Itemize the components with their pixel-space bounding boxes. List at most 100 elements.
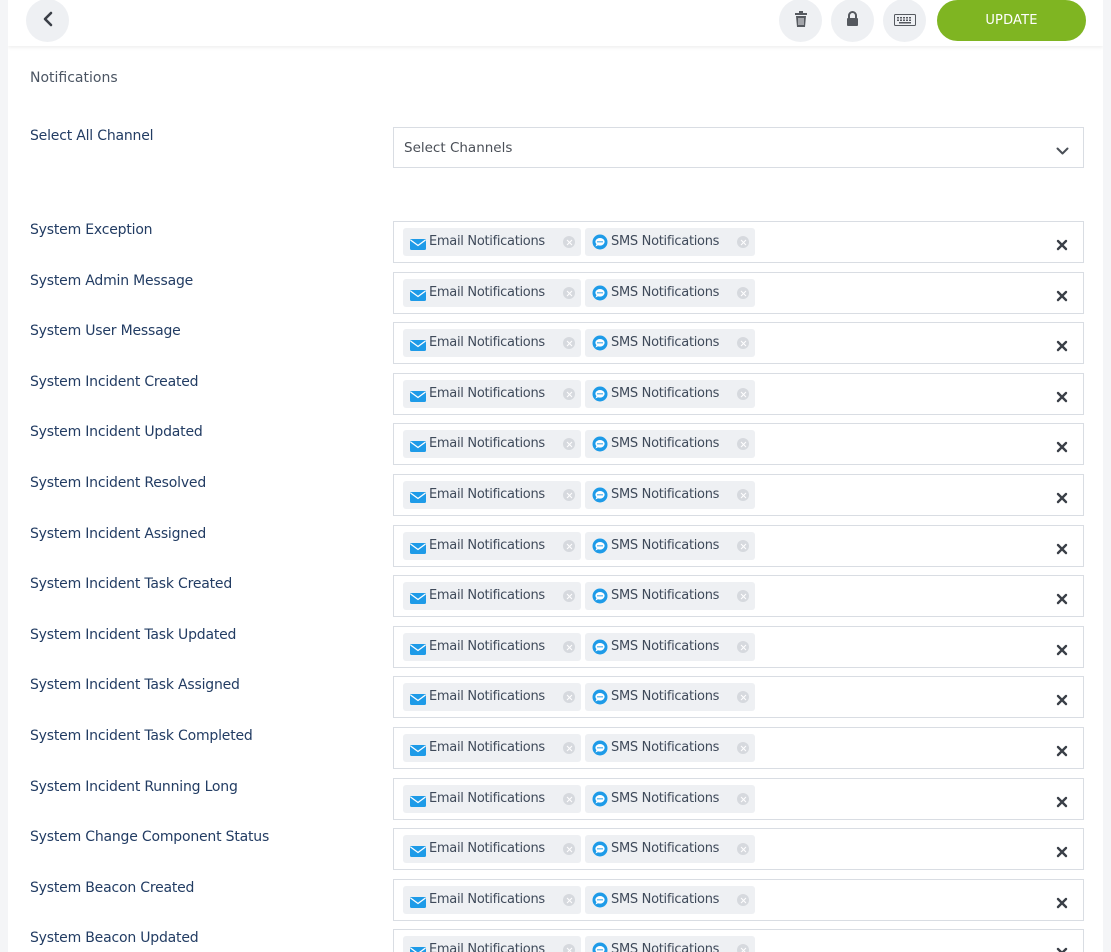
email-tag: Email Notifications [403,683,581,711]
remove-sms-tag-button[interactable] [737,843,749,855]
chat-bubble-icon [592,942,608,952]
sms-tag-label: SMS Notifications [611,942,720,952]
clear-all-icon[interactable] [1056,944,1068,952]
remove-sms-tag-button[interactable] [737,489,749,501]
remove-email-tag-button[interactable] [563,287,575,299]
chat-bubble-icon [592,689,608,709]
remove-email-tag-button[interactable] [563,540,575,552]
chat-bubble-icon [592,791,608,811]
channel-multiselect[interactable]: Email Notifications SMS Notifications [393,322,1084,364]
channel-multiselect[interactable]: Email Notifications SMS Notifications [393,929,1084,952]
remove-email-tag-button[interactable] [563,944,575,952]
remove-email-tag-button[interactable] [563,489,575,501]
channel-multiselect[interactable]: Email Notifications SMS Notifications [393,575,1084,617]
row-label: System Admin Message [30,273,194,289]
channel-multiselect[interactable]: Email Notifications SMS Notifications [393,879,1084,921]
clear-all-icon[interactable] [1056,641,1068,656]
email-icon [410,792,426,811]
remove-sms-tag-button[interactable] [737,691,749,703]
remove-email-tag-button[interactable] [563,236,575,248]
email-icon [410,235,426,254]
channel-multiselect[interactable]: Email Notifications SMS Notifications [393,525,1084,567]
sms-tag-label: SMS Notifications [611,335,720,350]
remove-sms-tag-button[interactable] [737,438,749,450]
update-button[interactable]: UPDATE [937,0,1086,41]
remove-email-tag-button[interactable] [563,894,575,906]
clear-all-icon[interactable] [1056,691,1068,706]
email-tag: Email Notifications [403,481,581,509]
clear-all-icon[interactable] [1056,540,1068,555]
remove-sms-tag-button[interactable] [737,287,749,299]
remove-email-tag-button[interactable] [563,337,575,349]
select-all-label: Select All Channel [30,128,154,144]
remove-sms-tag-button[interactable] [737,590,749,602]
remove-email-tag-button[interactable] [563,438,575,450]
channel-multiselect[interactable]: Email Notifications SMS Notifications [393,221,1084,263]
keyboard-button[interactable] [883,0,926,42]
channel-multiselect[interactable]: Email Notifications SMS Notifications [393,626,1084,668]
row-label: System Incident Running Long [30,779,238,795]
channel-multiselect[interactable]: Email Notifications SMS Notifications [393,676,1084,718]
email-tag: Email Notifications [403,228,581,256]
remove-email-tag-button[interactable] [563,742,575,754]
channel-multiselect[interactable]: Email Notifications SMS Notifications [393,828,1084,870]
select-placeholder: Select Channels [404,140,513,156]
clear-all-icon[interactable] [1056,894,1068,909]
email-tag-label: Email Notifications [429,487,545,502]
remove-email-tag-button[interactable] [563,641,575,653]
remove-sms-tag-button[interactable] [737,793,749,805]
remove-email-tag-button[interactable] [563,691,575,703]
channel-multiselect[interactable]: Email Notifications SMS Notifications [393,272,1084,314]
back-button[interactable] [26,0,69,42]
delete-button[interactable] [779,0,822,42]
clear-all-icon[interactable] [1056,590,1068,605]
email-tag-label: Email Notifications [429,285,545,300]
remove-email-tag-button[interactable] [563,843,575,855]
clear-all-icon[interactable] [1056,388,1068,403]
email-tag-label: Email Notifications [429,689,545,704]
row-label: System Incident Created [30,374,199,390]
remove-sms-tag-button[interactable] [737,540,749,552]
sms-tag: SMS Notifications [585,329,755,357]
select-channels-dropdown[interactable]: Select Channels [393,127,1084,168]
email-icon [410,539,426,558]
channel-multiselect[interactable]: Email Notifications SMS Notifications [393,373,1084,415]
row-label: System Incident Task Completed [30,728,253,744]
remove-sms-tag-button[interactable] [737,944,749,952]
clear-all-icon[interactable] [1056,489,1068,504]
clear-all-icon[interactable] [1056,236,1068,251]
sms-tag: SMS Notifications [585,380,755,408]
clear-all-icon[interactable] [1056,843,1068,858]
row-label: System Change Component Status [30,829,270,845]
email-tag: Email Notifications [403,279,581,307]
remove-sms-tag-button[interactable] [737,236,749,248]
email-tag-label: Email Notifications [429,841,545,856]
row-label: System Incident Task Assigned [30,677,240,693]
remove-sms-tag-button[interactable] [737,337,749,349]
sms-tag-label: SMS Notifications [611,538,720,553]
sms-tag: SMS Notifications [585,430,755,458]
remove-email-tag-button[interactable] [563,388,575,400]
clear-all-icon[interactable] [1056,793,1068,808]
sms-tag-label: SMS Notifications [611,588,720,603]
clear-all-icon[interactable] [1056,742,1068,757]
channel-multiselect[interactable]: Email Notifications SMS Notifications [393,727,1084,769]
remove-sms-tag-button[interactable] [737,742,749,754]
email-tag: Email Notifications [403,582,581,610]
clear-all-icon[interactable] [1056,287,1068,302]
clear-all-icon[interactable] [1056,438,1068,453]
remove-sms-tag-button[interactable] [737,388,749,400]
clear-all-icon[interactable] [1056,337,1068,352]
lock-button[interactable] [831,0,874,42]
row-label: System Incident Assigned [30,526,207,542]
email-icon [410,336,426,355]
remove-sms-tag-button[interactable] [737,894,749,906]
channel-multiselect[interactable]: Email Notifications SMS Notifications [393,474,1084,516]
remove-email-tag-button[interactable] [563,590,575,602]
channel-multiselect[interactable]: Email Notifications SMS Notifications [393,778,1084,820]
email-icon [410,943,426,952]
remove-email-tag-button[interactable] [563,793,575,805]
channel-multiselect[interactable]: Email Notifications SMS Notifications [393,423,1084,465]
remove-sms-tag-button[interactable] [737,641,749,653]
sms-tag: SMS Notifications [585,532,755,560]
